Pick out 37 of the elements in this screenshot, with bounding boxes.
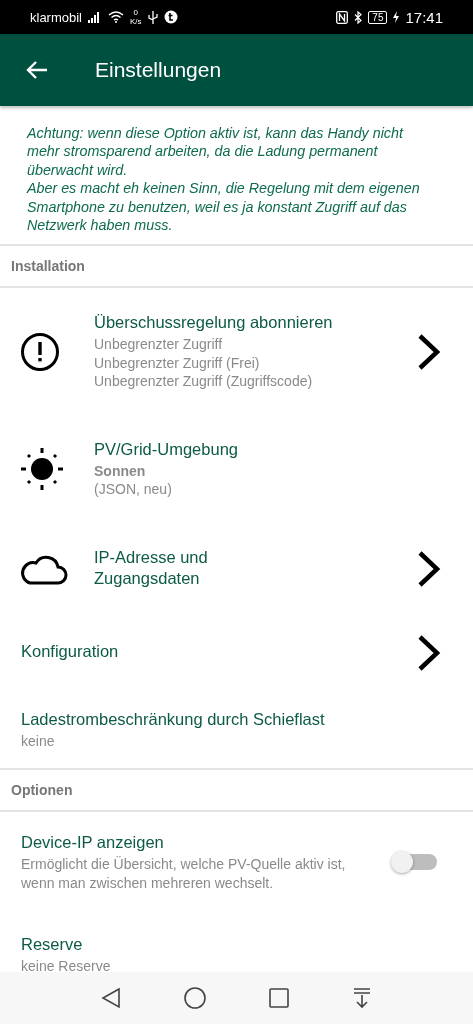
notification-pull-icon[interactable] [352,987,372,1009]
item-subtitle: keine Reserve [21,957,112,972]
back-icon[interactable] [101,987,121,1009]
item-subtitle: keine [21,731,56,751]
item-title: Ladestrombeschränkung durch Schieflast [21,708,326,730]
item-title: Reserve [21,934,84,956]
item-title: PV/Grid-Umgebung [94,438,239,460]
item-title: IP-Adresse und Zugangsdaten [94,546,209,589]
battery-icon: 75 [368,10,388,24]
item-subtitle: Ermöglicht die Übersicht, welche PV-Quelle aktiv ist, wenn man zwischen mehreren wechselt. [21,855,347,893]
sun-icon [20,446,64,491]
recents-icon[interactable] [269,988,289,1008]
item-title: Device-IP anzeigen [21,832,165,854]
home-icon[interactable] [184,987,206,1009]
network-speed: 0 K/s [130,8,142,26]
alert-icon [20,331,60,372]
item-subtitle: Unbegrenzter Zugriff [94,335,224,354]
nfc-icon [336,10,349,24]
section-header: Optionen [0,768,473,813]
notification-icon [163,10,178,24]
item-subtitle: Unbegrenzter Zugriff (Frei) [94,353,261,373]
carrier-name: klarmobil [30,9,82,25]
screen-title: Einstellungen [95,58,222,82]
usb-icon [147,10,158,24]
item-subtitle: (JSON, neu) [94,480,173,499]
back-arrow-icon[interactable] [26,60,48,80]
clock: 17:41 [405,8,443,26]
item-subtitle: Unbegrenzter Zugriff (Zugriffscode) [94,372,314,391]
bluetooth-icon [354,10,363,24]
item-title: Konfiguration [21,641,120,663]
charging-icon [393,11,400,23]
signal-icon [88,11,102,23]
warning-text: Achtung: wenn diese Option aktiv ist, kann das Handy nicht mehr stromsparend arbeiten, da die Ladung permanent überwacht wird. Aber es macht eh keinen Sinn, die Regelung mit dem eigenen Smartphone zu benutzen, weil es ja konstant Zugriff auf das Netzwerk haben muss. [25,124,421,236]
item-subtitle: Sonnen [94,461,147,481]
item-title: Überschussregelung abonnieren [94,312,334,334]
wifi-icon [108,11,124,23]
section-header: Installation [0,244,473,289]
